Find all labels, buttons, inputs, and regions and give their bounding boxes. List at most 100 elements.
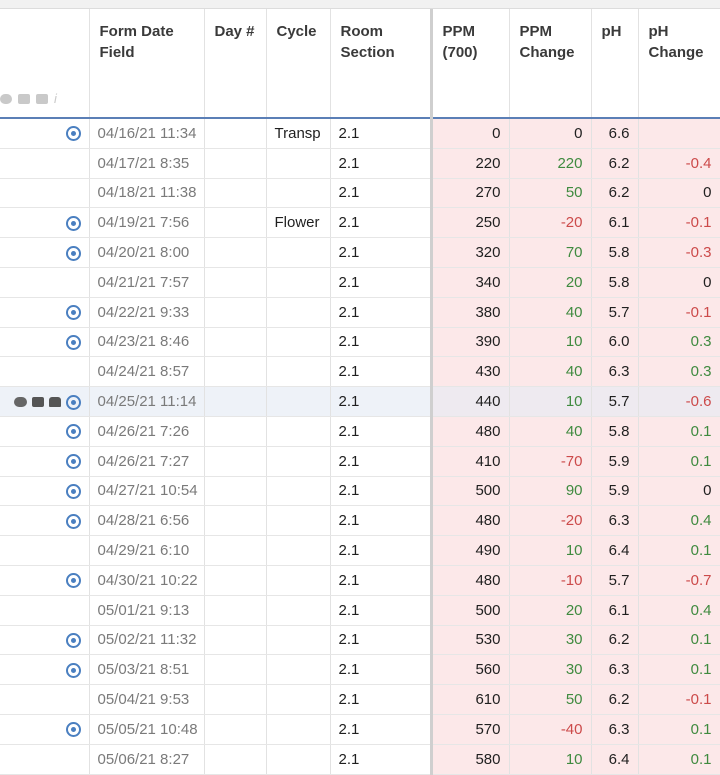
cell-cycle[interactable]: Transp <box>266 118 331 149</box>
cell-ppm-change[interactable]: 70 <box>509 237 592 268</box>
info-icon[interactable]: i <box>54 88 57 109</box>
cell-ppm-change[interactable]: -70 <box>509 446 592 477</box>
cell-ppm-change[interactable]: 50 <box>509 178 592 209</box>
cell-day[interactable] <box>204 714 267 745</box>
cell-cycle[interactable] <box>266 654 331 686</box>
cell-ppm-change[interactable]: 30 <box>509 654 592 686</box>
cell-ppm-change[interactable]: 50 <box>509 684 592 715</box>
cell-form-date[interactable]: 05/01/21 9:13 <box>89 595 205 626</box>
cell-ppm-change[interactable]: 40 <box>509 416 592 447</box>
cell-form-date[interactable]: 04/18/21 11:38 <box>89 178 205 209</box>
cell-room-section[interactable]: 2.1 <box>330 476 432 507</box>
cell-ppm[interactable]: 410 <box>429 446 510 477</box>
cell-ph-change[interactable]: 0.4 <box>638 505 720 537</box>
cell-cycle[interactable] <box>266 595 331 626</box>
cell-room-section[interactable]: 2.1 <box>330 684 432 715</box>
cell-ph[interactable]: 5.7 <box>591 386 639 417</box>
table-row[interactable]: 04/27/21 10:54 2.1 500 90 5.9 0 <box>0 476 720 507</box>
cell-cycle[interactable] <box>266 505 331 537</box>
cell-ppm-change[interactable]: 0 <box>509 118 592 149</box>
cell-ppm-change[interactable]: -20 <box>509 505 592 537</box>
sync-icon[interactable] <box>65 483 81 499</box>
cell-ppm[interactable]: 580 <box>429 744 510 775</box>
cell-room-section[interactable]: 2.1 <box>330 535 432 566</box>
cell-ppm-change[interactable]: 220 <box>509 148 592 179</box>
cell-room-section[interactable]: 2.1 <box>330 446 432 477</box>
cell-ppm[interactable]: 320 <box>429 237 510 268</box>
cell-room-section[interactable]: 2.1 <box>330 207 432 239</box>
cell-day[interactable] <box>204 505 267 537</box>
cell-ph-change[interactable]: 0.3 <box>638 327 720 358</box>
cell-day[interactable] <box>204 625 267 656</box>
cell-cycle[interactable] <box>266 386 331 417</box>
cell-ph-change[interactable]: 0.1 <box>638 416 720 447</box>
table-row[interactable]: 04/30/21 10:22 2.1 480 -10 5.7 -0.7 <box>0 565 720 596</box>
sync-icon[interactable] <box>65 632 81 648</box>
cell-ppm[interactable]: 570 <box>429 714 510 745</box>
cell-form-date[interactable]: 04/27/21 10:54 <box>89 476 205 507</box>
cell-ph[interactable]: 6.0 <box>591 327 639 358</box>
column-header-cycle[interactable]: Cycle <box>266 9 331 119</box>
cell-form-date[interactable]: 05/06/21 8:27 <box>89 744 205 775</box>
cell-room-section[interactable]: 2.1 <box>330 267 432 298</box>
cell-ppm[interactable]: 380 <box>429 297 510 328</box>
cell-cycle[interactable] <box>266 446 331 477</box>
cell-day[interactable] <box>204 535 267 566</box>
cell-ppm-change[interactable]: 20 <box>509 595 592 626</box>
comment-icon[interactable] <box>13 397 27 408</box>
table-row[interactable]: 04/26/21 7:27 2.1 410 -70 5.9 0.1 <box>0 446 720 477</box>
cell-ph[interactable]: 6.2 <box>591 684 639 715</box>
cell-ppm-change[interactable]: 10 <box>509 535 592 566</box>
cell-cycle[interactable] <box>266 416 331 447</box>
folder-icon[interactable] <box>36 93 48 104</box>
cell-ph-change[interactable]: -0.1 <box>638 207 720 239</box>
cell-ph[interactable]: 6.6 <box>591 118 639 149</box>
sync-icon[interactable] <box>65 126 81 142</box>
cell-day[interactable] <box>204 356 267 388</box>
cell-room-section[interactable]: 2.1 <box>330 595 432 626</box>
cell-ppm[interactable]: 270 <box>429 178 510 209</box>
cell-ppm[interactable]: 500 <box>429 476 510 507</box>
cell-ph[interactable]: 6.4 <box>591 535 639 566</box>
cell-cycle[interactable] <box>266 297 331 328</box>
cell-ph-change[interactable]: 0 <box>638 178 720 209</box>
cell-cycle[interactable] <box>266 178 331 209</box>
cell-ph[interactable]: 5.8 <box>591 237 639 268</box>
sync-icon[interactable] <box>65 722 81 738</box>
table-row[interactable]: 04/16/21 11:34 Transp 2.1 0 0 6.6 <box>0 118 720 149</box>
cell-ph-change[interactable]: 0.4 <box>638 595 720 626</box>
column-header-ph-change[interactable]: pH Change <box>638 9 720 119</box>
sync-icon[interactable] <box>65 215 81 231</box>
table-row[interactable]: 05/03/21 8:51 2.1 560 30 6.3 0.1 <box>0 654 720 686</box>
cell-form-date[interactable]: 05/05/21 10:48 <box>89 714 205 745</box>
sync-icon[interactable] <box>65 394 81 410</box>
cell-ph-change[interactable]: 0 <box>638 267 720 298</box>
cell-day[interactable] <box>204 565 267 596</box>
cell-ph[interactable]: 6.2 <box>591 625 639 656</box>
cell-ppm[interactable]: 530 <box>429 625 510 656</box>
cell-ph-change[interactable]: -0.3 <box>638 237 720 268</box>
cell-ppm-change[interactable]: -10 <box>509 565 592 596</box>
cell-ph-change[interactable]: 0.1 <box>638 654 720 686</box>
cell-ppm-change[interactable]: 10 <box>509 744 592 775</box>
cell-form-date[interactable]: 04/26/21 7:26 <box>89 416 205 447</box>
cell-ph-change[interactable]: -0.1 <box>638 684 720 715</box>
cell-day[interactable] <box>204 118 267 149</box>
cell-room-section[interactable]: 2.1 <box>330 744 432 775</box>
chat-icon[interactable] <box>18 93 30 104</box>
cell-cycle[interactable] <box>266 267 331 298</box>
column-header-form-date[interactable]: Form Date Field <box>89 9 205 119</box>
cell-ph-change[interactable]: -0.6 <box>638 386 720 417</box>
cell-room-section[interactable]: 2.1 <box>330 178 432 209</box>
sync-icon[interactable] <box>65 245 81 261</box>
sync-icon[interactable] <box>65 573 81 589</box>
cell-ph[interactable]: 6.4 <box>591 744 639 775</box>
table-row[interactable]: 04/24/21 8:57 2.1 430 40 6.3 0.3 <box>0 356 720 388</box>
table-row[interactable]: 05/01/21 9:13 2.1 500 20 6.1 0.4 <box>0 595 720 626</box>
cell-ppm[interactable]: 480 <box>429 505 510 537</box>
cell-room-section[interactable]: 2.1 <box>330 565 432 596</box>
cell-cycle[interactable] <box>266 744 331 775</box>
cell-cycle[interactable] <box>266 714 331 745</box>
cell-cycle[interactable] <box>266 535 331 566</box>
cell-ph-change[interactable]: 0.1 <box>638 714 720 745</box>
